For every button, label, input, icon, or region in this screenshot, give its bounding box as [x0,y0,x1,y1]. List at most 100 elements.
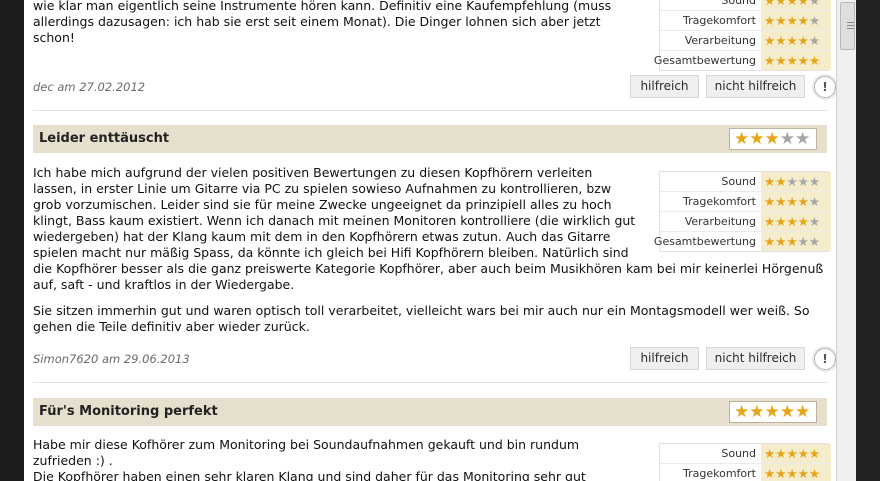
overall-stars: ★★★★★ [734,129,810,149]
grip-line [847,28,854,29]
star-filled-icon: ★ [797,33,809,48]
star-filled-icon: ★ [786,13,798,28]
text-line: Die Kopfhörer haben einen sehr klaren Kl… [33,469,586,481]
rating-row-build: Verarbeitung ★★★★★ [660,30,831,50]
rating-row-comfort: Tragekomfort ★★★★★ [660,10,831,30]
star-empty-icon: ★ [797,174,809,189]
review-star-rating: ★★★★★ [729,401,817,423]
star-filled-icon: ★ [775,33,787,48]
not-helpful-button[interactable]: nicht hilfreich [706,75,805,98]
star-filled-icon: ★ [786,214,798,229]
star-empty-icon: ★ [808,194,821,209]
star-filled-icon: ★ [797,194,809,209]
star-filled-icon: ★ [797,53,809,68]
star-filled-icon: ★ [786,446,798,461]
rating-stars-sound: ★★★★★ [761,0,831,10]
star-filled-icon: ★ [786,0,798,8]
rating-stars-build: ★★★★★ [761,212,831,231]
star-filled-icon: ★ [775,53,787,68]
star-filled-icon: ★ [775,174,787,189]
text-line: gehen die Teile definitiv aber wieder zu… [33,319,310,334]
star-empty-icon: ★ [808,234,821,249]
star-empty-icon: ★ [808,13,821,28]
review-text: Habe mir diese Kofhörer zum Monitoring b… [33,437,638,481]
star-filled-icon: ★ [775,0,787,8]
report-button[interactable]: ! [814,76,836,98]
rating-row-comfort: Tragekomfort ★★★★★ [660,463,831,481]
star-empty-icon: ★ [808,214,821,229]
star-filled-icon: ★ [775,214,787,229]
rating-row-sound: Sound ★★★★★ [660,172,831,191]
star-filled-icon: ★ [786,53,798,68]
rating-stars-overall: ★★★★★ [761,232,831,251]
rating-row-build: Verarbeitung ★★★★★ [660,211,831,231]
star-empty-icon: ★ [808,33,821,48]
star-empty-icon: ★ [795,129,811,149]
rating-row-comfort: Tragekomfort ★★★★★ [660,191,831,211]
report-button[interactable]: ! [814,348,836,370]
review-author-date: dec am 27.02.2012 [33,80,146,94]
star-filled-icon: ★ [734,402,750,422]
rating-stars-build: ★★★★★ [761,31,831,50]
star-filled-icon: ★ [797,13,809,28]
star-filled-icon: ★ [808,446,821,461]
star-empty-icon: ★ [786,174,798,189]
text-line: wie klar man eigentlich seine Instrument… [33,0,612,13]
star-filled-icon: ★ [764,13,776,28]
star-filled-icon: ★ [764,214,776,229]
helpful-button[interactable]: hilfreich [630,347,699,370]
scrollbar-thumb[interactable] [840,2,855,50]
star-empty-icon: ★ [808,0,821,8]
star-empty-icon: ★ [808,174,821,189]
star-filled-icon: ★ [797,0,809,8]
text-line: allerdings dazusagen: ich hab sie erst s… [33,14,601,29]
rating-table: Sound ★★★★★ Tragekomfort ★★★★★ [659,443,831,481]
star-filled-icon: ★ [797,214,809,229]
rating-row-overall: Gesamtbewertung ★★★★★ [654,231,831,251]
grip-line [847,25,854,26]
text-line: zufrieden :) . [33,453,113,468]
star-filled-icon: ★ [764,53,776,68]
helpful-button[interactable]: hilfreich [630,75,699,98]
star-empty-icon: ★ [779,129,795,149]
star-filled-icon: ★ [775,13,787,28]
text-line: schon! [33,30,75,45]
rating-stars-sound: ★★★★★ [761,172,831,191]
rating-stars-comfort: ★★★★★ [761,192,831,211]
not-helpful-button[interactable]: nicht hilfreich [706,347,805,370]
rating-row-overall: Gesamtbewertung ★★★★★ [654,50,831,70]
text-line: Sie sitzen immerhin gut und waren optisc… [33,303,810,318]
vertical-scrollbar[interactable] [836,0,857,481]
star-filled-icon: ★ [734,129,750,149]
rating-stars-overall: ★★★★★ [761,51,831,70]
grip-line [847,22,854,23]
star-filled-icon: ★ [779,402,795,422]
star-filled-icon: ★ [786,33,798,48]
overall-stars: ★★★★★ [734,402,810,422]
star-filled-icon: ★ [764,234,776,249]
star-filled-icon: ★ [775,446,787,461]
review-author-date: Simon7620 am 29.06.2013 [33,352,190,366]
star-filled-icon: ★ [764,174,776,189]
star-filled-icon: ★ [775,194,787,209]
star-filled-icon: ★ [764,33,776,48]
text-line: Habe mir diese Kofhörer zum Monitoring b… [33,437,580,452]
star-filled-icon: ★ [764,466,776,481]
star-filled-icon: ★ [764,129,780,149]
review-header: Für's Monitoring perfekt ★★★★★ [33,398,827,426]
rating-row-sound: Sound ★★★★★ [660,444,831,463]
review-star-rating: ★★★★★ [729,128,817,150]
star-empty-icon: ★ [797,234,809,249]
star-filled-icon: ★ [797,446,809,461]
star-filled-icon: ★ [764,194,776,209]
star-filled-icon: ★ [797,466,809,481]
star-filled-icon: ★ [749,402,765,422]
page-background-left [0,0,24,481]
star-filled-icon: ★ [808,53,821,68]
text-line: auf, saft - und kraftlos in der Wiederga… [33,277,295,292]
rating-table: Sound ★★★★★ Tragekomfort ★★★★★ Verarbeit… [654,171,831,252]
page-background-right [856,0,880,481]
star-filled-icon: ★ [786,234,798,249]
reviews-content: wie klar man eigentlich seine Instrument… [24,0,836,481]
text-line: die Kopfhörer besser als die ganz preisw… [33,261,824,276]
